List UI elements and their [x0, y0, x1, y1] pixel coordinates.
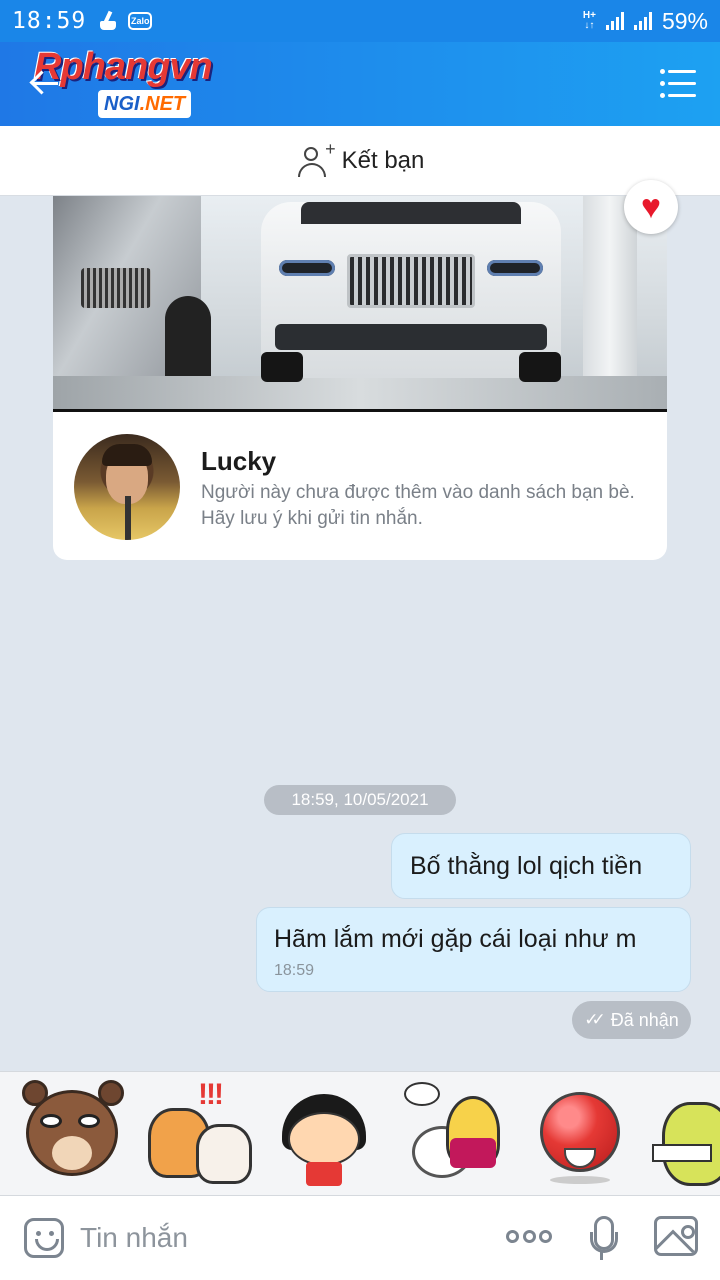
image-icon[interactable]: [654, 1216, 698, 1256]
signal-icon: [605, 12, 624, 30]
message-text: Hãm lắm mới gặp cái loại như m: [274, 925, 637, 953]
double-check-icon: ✓✓: [584, 1010, 605, 1029]
message-text: Bố thằng lol qịch tiền: [410, 852, 643, 880]
heart-icon[interactable]: ♥: [624, 180, 678, 234]
add-friend-button[interactable]: + Kết bạn: [0, 126, 720, 196]
girl-sticker[interactable]: [268, 1078, 378, 1190]
chat-timestamp: 18:59, 10/05/2021: [264, 785, 456, 815]
avatar[interactable]: [74, 434, 180, 540]
logo-brand: Rphangvn: [34, 46, 213, 88]
profile-card: Lucky Người này chưa được thêm vào danh …: [53, 196, 667, 560]
mic-stand: [600, 1250, 603, 1260]
crocodile-sticker[interactable]: [652, 1078, 720, 1190]
message-bubble[interactable]: Hãm lắm mới gặp cái loại như m 18:59: [256, 907, 691, 992]
message-input[interactable]: [80, 1214, 480, 1262]
raccoon-sticker[interactable]: [16, 1078, 126, 1190]
signal-icon: [633, 12, 652, 30]
add-friend-label: Kết bạn: [341, 146, 425, 174]
stranger-notice: Người này chưa được thêm vào danh sách b…: [201, 482, 635, 529]
back-arrow-icon[interactable]: [30, 68, 60, 98]
cover-photo[interactable]: [53, 196, 667, 412]
watermark-logo: Rphangvn NGI .NET: [34, 46, 274, 122]
zalo-icon: Zalo: [128, 12, 153, 30]
toilet-fox-sticker[interactable]: [402, 1078, 512, 1190]
sticker-suggestions: !!!: [0, 1071, 720, 1195]
shocked-cats-sticker[interactable]: !!!: [142, 1078, 252, 1190]
mic-icon[interactable]: [588, 1216, 618, 1262]
battery-level: 59%: [661, 7, 708, 34]
chat-header: Rphangvn NGI .NET: [0, 42, 720, 126]
red-ball-sticker[interactable]: [520, 1078, 630, 1190]
broom-icon: [98, 11, 120, 31]
status-bar: 18:59 Zalo H+ ↓↑ 59%: [0, 0, 720, 42]
delivery-status-badge: ✓✓ Đã nhận: [572, 1001, 691, 1039]
message-bubble[interactable]: Bố thằng lol qịch tiền: [391, 833, 691, 899]
delivery-status-label: Đã nhận: [610, 1009, 679, 1030]
message-input-bar: [0, 1195, 720, 1280]
status-right: H+ ↓↑ 59%: [583, 8, 708, 35]
status-time: 18:59: [12, 8, 87, 34]
more-icon[interactable]: [506, 1230, 552, 1244]
message-time: 18:59: [274, 962, 315, 979]
emoji-icon[interactable]: [24, 1218, 64, 1258]
car-image: [261, 202, 561, 382]
status-notification-icons: Zalo: [98, 11, 153, 31]
logo-sub: NGI .NET: [98, 90, 192, 118]
profile-name: Lucky: [201, 446, 277, 476]
network-type: H+ ↓↑: [582, 10, 596, 31]
menu-icon[interactable]: [660, 69, 696, 98]
add-user-icon: +: [296, 139, 336, 179]
